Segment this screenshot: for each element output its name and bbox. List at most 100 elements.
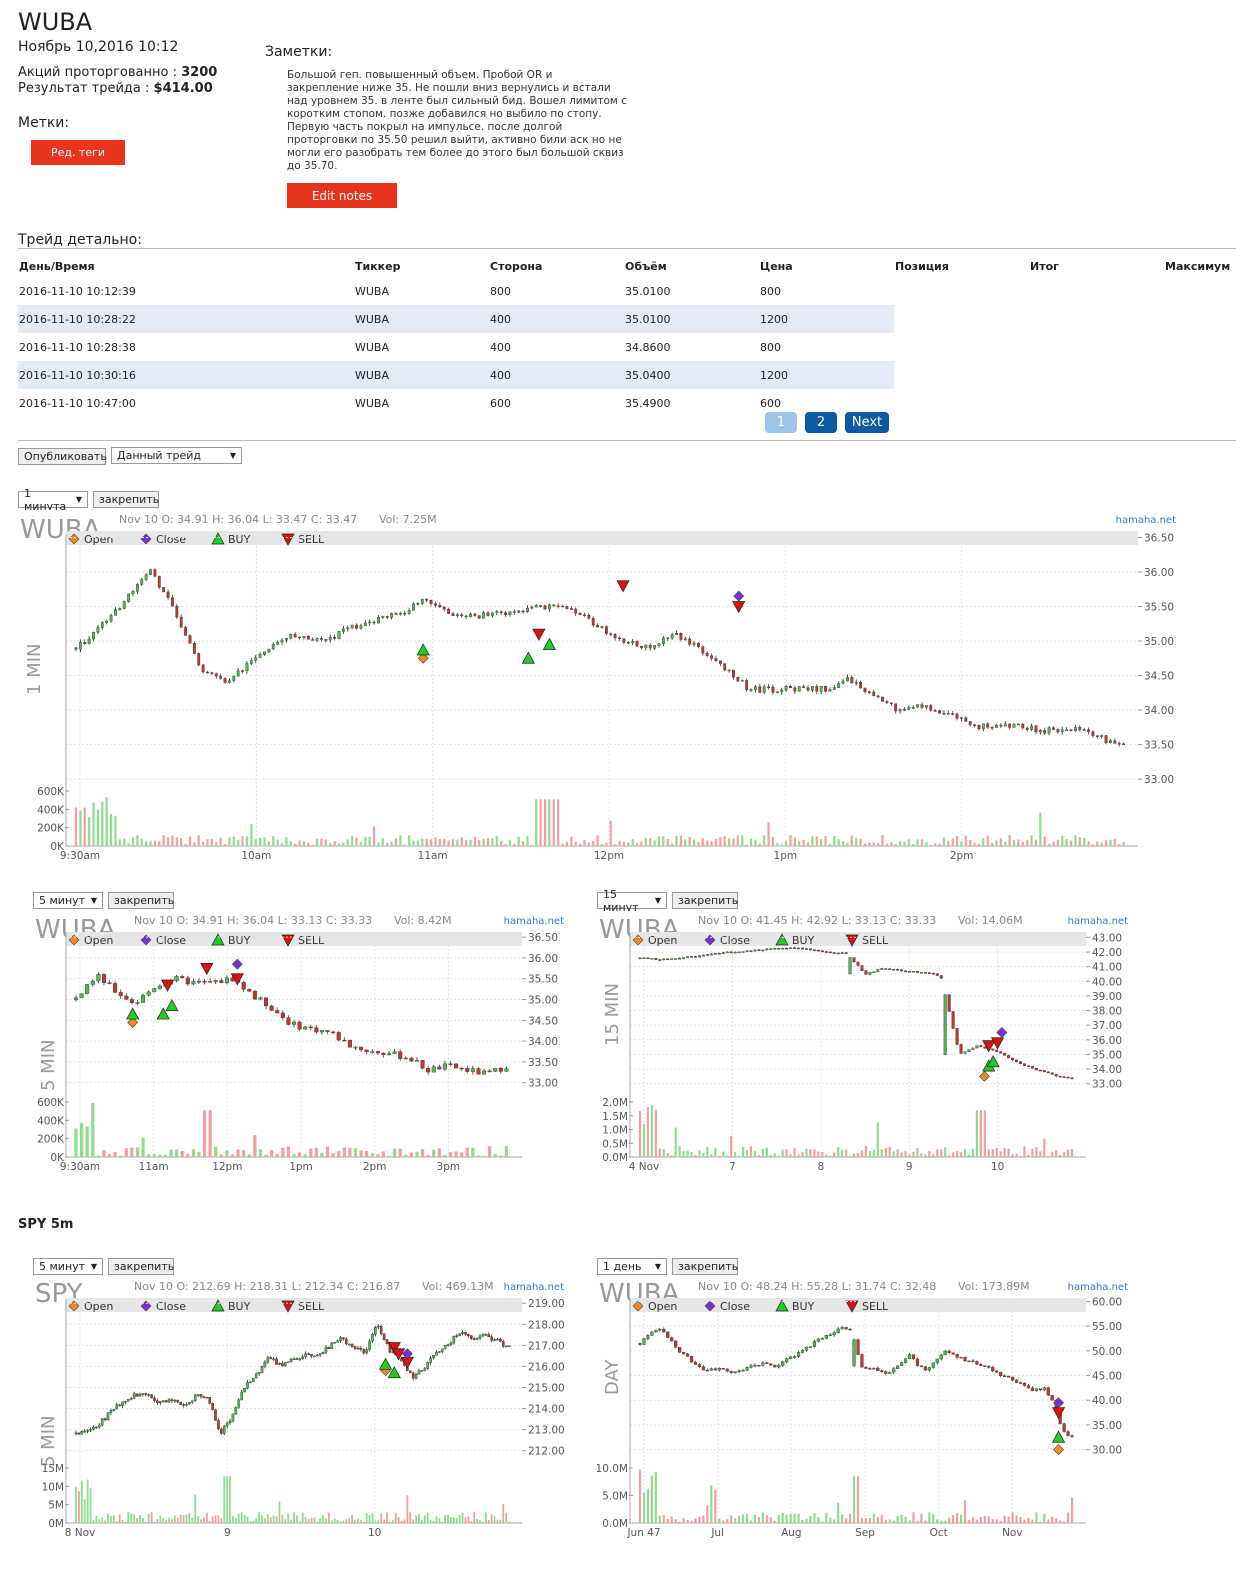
edit-tags-button[interactable]: Ред. теги xyxy=(31,140,125,165)
pin-button-5[interactable]: закрепить xyxy=(672,1258,738,1275)
volume-bar xyxy=(176,1517,179,1523)
candle xyxy=(657,643,661,648)
candle xyxy=(881,696,884,702)
candle xyxy=(1026,1065,1030,1067)
candle xyxy=(74,1430,78,1436)
interval-select-3[interactable]: 15 минут ▼ xyxy=(597,888,667,914)
volume-bar xyxy=(1030,835,1033,846)
interval-select-2[interactable]: 5 минут ▼ xyxy=(33,892,103,909)
volume-bar xyxy=(646,1106,650,1157)
candle xyxy=(983,1365,987,1368)
volume-bar xyxy=(850,835,853,846)
candle xyxy=(1082,728,1086,731)
volume-bar xyxy=(432,1520,435,1523)
volume-bar xyxy=(290,1519,292,1523)
volume-bar xyxy=(241,836,244,846)
candle xyxy=(745,1366,749,1372)
candle xyxy=(304,1351,307,1359)
volume-bar xyxy=(337,843,341,846)
interval-select-5[interactable]: 1 день ▼ xyxy=(597,1258,667,1275)
volume-bar xyxy=(202,1517,205,1523)
volume-bar xyxy=(880,1149,883,1157)
y-tick-label: 33.50 xyxy=(528,1057,558,1069)
pin-button-1[interactable]: закрепить xyxy=(93,491,159,508)
pin-button-3[interactable]: закрепить xyxy=(672,892,738,909)
candle xyxy=(745,950,749,952)
volume-bar xyxy=(85,1126,89,1157)
volume-bar xyxy=(654,1472,657,1523)
volume-bar xyxy=(508,840,512,846)
volume-bar xyxy=(932,1514,935,1523)
volume-bar xyxy=(975,1110,979,1157)
edit-notes-button[interactable]: Edit notes xyxy=(287,183,397,208)
candle xyxy=(868,971,872,976)
candle xyxy=(310,1353,313,1359)
candle xyxy=(269,1004,274,1011)
interval-value: 15 минут xyxy=(603,887,639,914)
volume-bar xyxy=(880,1514,883,1523)
candle xyxy=(556,603,560,609)
candle xyxy=(1060,727,1064,735)
candle xyxy=(832,952,836,954)
volume-bar xyxy=(107,1153,112,1157)
candle xyxy=(979,1044,983,1048)
trade-select[interactable]: Данный трейд ▼ xyxy=(111,447,242,464)
candle xyxy=(446,1343,450,1347)
candle xyxy=(412,602,415,611)
candle xyxy=(409,1056,414,1062)
volume-bar xyxy=(1066,1149,1070,1157)
candle xyxy=(658,1328,662,1332)
candle xyxy=(140,577,144,587)
candle xyxy=(1070,1077,1074,1080)
candle xyxy=(499,1337,502,1343)
candle xyxy=(942,710,946,716)
candle xyxy=(254,655,258,663)
volume-bar xyxy=(999,838,1002,846)
volume-bar xyxy=(920,1513,923,1523)
next-page-button[interactable]: Next xyxy=(845,412,889,433)
volume-bar xyxy=(275,1153,279,1157)
volume-bar xyxy=(952,1514,955,1523)
volume-bar xyxy=(264,1154,268,1157)
candle xyxy=(385,615,389,620)
candle xyxy=(477,615,481,619)
y-tick-label: 34.00 xyxy=(1144,705,1174,717)
volume-bar xyxy=(928,1512,931,1523)
candle xyxy=(1066,1429,1070,1437)
page-2-button[interactable]: 2 xyxy=(805,412,837,433)
volume-bar xyxy=(92,1519,95,1523)
volume-bar xyxy=(1087,841,1090,846)
candle xyxy=(836,952,840,955)
candle xyxy=(275,1007,280,1014)
volume-bar xyxy=(1021,841,1024,846)
volume-bar xyxy=(426,1512,429,1523)
candle xyxy=(188,1402,191,1405)
candle xyxy=(499,610,503,616)
pin-button-4[interactable]: закрепить xyxy=(108,1258,174,1275)
candle xyxy=(815,684,819,695)
candle xyxy=(435,1350,438,1356)
cell-datetime: 2016-11-10 10:28:38 xyxy=(19,340,136,354)
shares-traded: Акций проторгованно : 3200 xyxy=(18,65,217,80)
volume-bar xyxy=(504,844,507,846)
trade-close-marker xyxy=(231,958,243,970)
volume-bar xyxy=(83,807,86,846)
volume-bar xyxy=(141,1137,145,1157)
candle xyxy=(841,678,845,685)
volume-bar xyxy=(859,838,862,846)
chevron-down-icon: ▼ xyxy=(654,1262,661,1271)
interval-select-4[interactable]: 5 минут ▼ xyxy=(33,1258,103,1275)
publish-button[interactable]: Опубликовать xyxy=(18,448,107,465)
volume-bar xyxy=(674,1519,677,1523)
volume-bar xyxy=(346,839,349,846)
candle xyxy=(789,1356,793,1360)
volume-bar xyxy=(785,1514,788,1523)
candle xyxy=(97,1423,101,1429)
page-1-button[interactable]: 1 xyxy=(765,412,797,433)
pin-button-2[interactable]: закрепить xyxy=(108,892,174,909)
cell-volume: 35.0100 xyxy=(625,284,671,298)
volume-bar xyxy=(570,836,573,846)
interval-select-1[interactable]: 1 минута ▼ xyxy=(18,487,88,513)
volume-bar xyxy=(319,1518,322,1523)
candle xyxy=(455,1333,459,1338)
